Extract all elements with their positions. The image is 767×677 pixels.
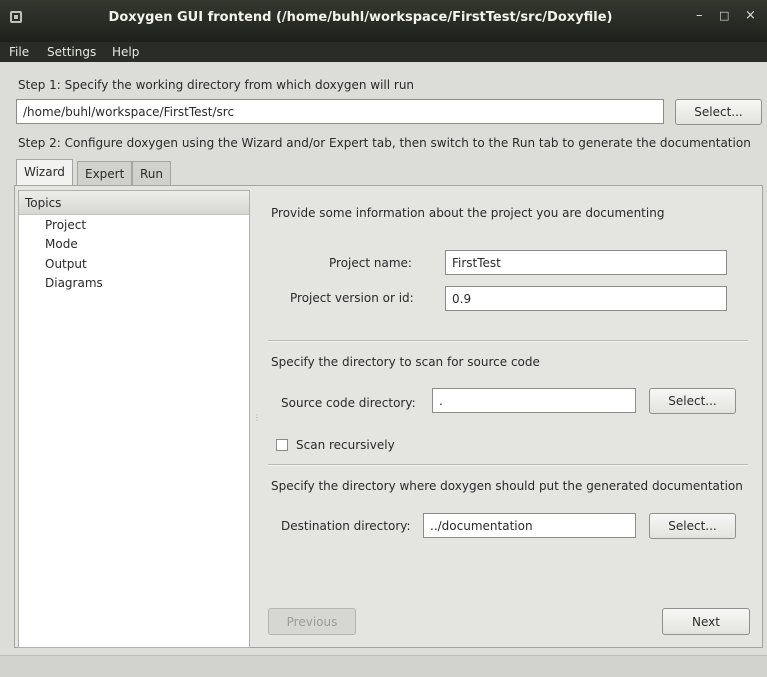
topic-project[interactable]: Project [45,218,86,232]
working-directory-select-button[interactable]: Select... [675,99,762,125]
splitter-handle[interactable]: ⋮ [253,413,261,422]
divider [268,464,748,466]
next-button[interactable]: Next [662,608,750,635]
project-version-label: Project version or id: [290,291,414,305]
destination-intro: Specify the directory where doxygen shou… [271,479,743,493]
source-intro: Specify the directory to scan for source… [271,355,540,369]
menu-bar: File Settings Help [0,42,767,62]
project-name-label: Project name: [329,256,412,270]
minimize-icon[interactable]: – [696,8,703,23]
topics-header: Topics [19,191,249,215]
scan-recursively-label: Scan recursively [296,438,395,452]
maximize-icon[interactable]: □ [719,9,729,22]
step2-label: Step 2: Configure doxygen using the Wiza… [18,136,751,150]
destination-dir-select-button[interactable]: Select... [649,513,736,539]
tab-run[interactable]: Run [132,161,172,186]
source-dir-select-button[interactable]: Select... [649,388,736,414]
project-intro: Provide some information about the proje… [271,206,665,220]
menu-help[interactable]: Help [112,45,139,59]
topic-mode[interactable]: Mode [45,237,78,251]
app-icon [10,11,22,23]
project-name-input[interactable] [445,250,727,275]
destination-dir-input[interactable] [423,513,636,538]
topic-diagrams[interactable]: Diagrams [45,276,103,290]
project-version-input[interactable] [445,286,727,311]
close-icon[interactable]: × [745,8,756,23]
menu-settings[interactable]: Settings [47,45,96,59]
scan-recursively-checkbox[interactable] [276,439,288,451]
step1-label: Step 1: Specify the working directory fr… [18,78,415,92]
source-dir-label: Source code directory: [281,396,416,410]
source-dir-input[interactable] [432,388,636,413]
status-bar [0,655,767,677]
menu-file[interactable]: File [9,45,29,59]
tab-wizard[interactable]: Wizard [16,159,73,186]
destination-dir-label: Destination directory: [281,519,411,533]
window-title: Doxygen GUI frontend (/home/buhl/workspa… [108,10,613,25]
previous-button[interactable]: Previous [268,608,356,635]
tab-expert[interactable]: Expert [77,161,133,186]
divider [268,340,748,342]
topic-output[interactable]: Output [45,257,87,271]
title-bar: Doxygen GUI frontend (/home/buhl/workspa… [0,0,767,42]
working-directory-input[interactable] [16,99,664,124]
